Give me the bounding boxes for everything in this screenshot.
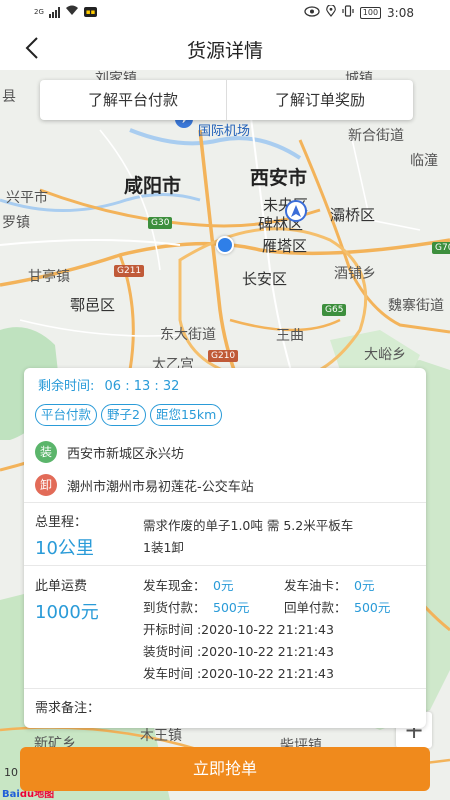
map-label-huyi: 鄠邑区 bbox=[70, 296, 116, 314]
page-title: 货源详情 bbox=[186, 40, 263, 62]
grab-order-button[interactable]: 立即抢单 bbox=[20, 747, 430, 791]
map-label-ganting: 甘亭镇 bbox=[28, 269, 70, 285]
learn-order-reward-button[interactable]: 了解订单奖励 bbox=[226, 80, 413, 120]
map-label-xianyang: 咸阳市 bbox=[124, 175, 182, 197]
fuel-card-label: 发车油卡： bbox=[284, 578, 347, 593]
mileage-value: 10公里 bbox=[35, 538, 94, 559]
road-badge-g210: G210 bbox=[208, 350, 239, 362]
receipt-payment-value: 500元 bbox=[354, 600, 391, 615]
map-label-airport: 国际机场 bbox=[198, 124, 251, 139]
arrival-payment-value: 500元 bbox=[213, 600, 250, 615]
road-badge-g70: G70 bbox=[432, 242, 450, 254]
road-badge-g211: G211 bbox=[114, 265, 145, 277]
countdown-label: 剩余时间: bbox=[38, 379, 95, 394]
map-label-weizhai: 魏寨街道 bbox=[388, 298, 444, 314]
tag-platform-payment: 平台付款 bbox=[35, 404, 98, 426]
battery-icon: 100 bbox=[359, 6, 382, 19]
navigation-arrow-icon bbox=[285, 200, 307, 222]
learn-platform-payment-button[interactable]: 了解平台付款 bbox=[40, 80, 226, 120]
map-label-changan: 长安区 bbox=[242, 270, 288, 288]
tag-vehicle: 野子2 bbox=[101, 404, 146, 426]
divider bbox=[24, 565, 426, 566]
unload-badge: 卸 bbox=[35, 474, 57, 496]
map-label-xian: 西安市 bbox=[250, 167, 308, 189]
app-notification-icon: ▪▪ bbox=[83, 7, 98, 17]
current-location-marker bbox=[216, 236, 234, 254]
map-label-jiupu: 酒铺乡 bbox=[334, 266, 376, 282]
app-header: 货源详情 bbox=[0, 26, 450, 70]
fuel-card-value: 0元 bbox=[354, 578, 375, 593]
countdown: 剩余时间: 06 : 13 : 32 bbox=[38, 375, 179, 394]
load-badge: 装 bbox=[35, 441, 57, 463]
tag-distance: 距您15km bbox=[149, 404, 223, 426]
network-label: 2G bbox=[34, 8, 44, 16]
tag-list: 平台付款 野子2 距您15km bbox=[35, 404, 223, 426]
map-label-baqiao: 灞桥区 bbox=[330, 206, 376, 224]
remark-label: 需求备注： bbox=[35, 701, 101, 716]
map-info-tabs: 了解平台付款 了解订单奖励 bbox=[40, 80, 413, 120]
road-badge-g65: G65 bbox=[322, 304, 347, 316]
departure-time: 发车时间 :2020-10-22 21:21:43 bbox=[143, 666, 334, 681]
countdown-value: 06 : 13 : 32 bbox=[104, 379, 180, 394]
map-label-yanta: 雁塔区 bbox=[262, 237, 308, 255]
map-label-xian-county: 县 bbox=[2, 89, 16, 105]
map-label-xinhe: 新合街道 bbox=[348, 128, 404, 144]
location-pin-icon bbox=[325, 4, 336, 20]
map-label-muwang: 木王镇 bbox=[140, 728, 182, 744]
map-label-dongda: 东大街道 bbox=[160, 327, 216, 343]
map-label-dayu: 大峪乡 bbox=[364, 347, 406, 363]
demand-text-line2: 1装1卸 bbox=[143, 540, 184, 555]
unload-address-row: 卸 潮州市潮州市易初莲花-公交车站 bbox=[35, 474, 254, 496]
clock-time: 3:08 bbox=[387, 5, 414, 20]
road-badge-g30: G30 bbox=[148, 217, 173, 229]
unload-address: 潮州市潮州市易初莲花-公交车站 bbox=[67, 479, 254, 495]
load-address: 西安市新城区永兴坊 bbox=[67, 446, 185, 462]
receipt-payment-label: 回单付款： bbox=[284, 600, 347, 615]
load-address-row: 装 西安市新城区永兴坊 bbox=[35, 441, 184, 463]
status-bar: 2G ▪▪ 100 3:08 bbox=[0, 0, 450, 26]
freight-value: 1000元 bbox=[35, 602, 99, 623]
mileage-label: 总里程： bbox=[35, 515, 88, 530]
divider bbox=[24, 502, 426, 503]
cash-value: 0元 bbox=[213, 578, 234, 593]
baidu-logo-main: Bai bbox=[2, 789, 20, 800]
signal-icon bbox=[48, 6, 60, 18]
demand-text-line1: 需求作废的单子1.0吨 需 5.2米平板车 bbox=[143, 518, 354, 533]
wifi-icon bbox=[65, 5, 79, 19]
open-time: 开标时间 :2020-10-22 21:21:43 bbox=[143, 622, 334, 637]
map-label-lintong: 临潼 bbox=[410, 153, 438, 169]
divider bbox=[24, 688, 426, 689]
map-label-zhen3: 罗镇 bbox=[2, 215, 30, 231]
cash-label: 发车现金： bbox=[143, 578, 206, 593]
loading-time: 装货时间 :2020-10-22 21:21:43 bbox=[143, 644, 334, 659]
map-label-wangqu: 王曲 bbox=[276, 328, 304, 344]
map-scale: 10 bbox=[4, 766, 18, 779]
vibrate-icon bbox=[342, 5, 354, 20]
cargo-detail-card: 剩余时间: 06 : 13 : 32 平台付款 野子2 距您15km 装 西安市… bbox=[24, 368, 426, 728]
arrival-payment-label: 到货付款： bbox=[143, 600, 206, 615]
eye-icon bbox=[304, 5, 320, 20]
map-label-xingping: 兴平市 bbox=[6, 190, 48, 206]
freight-label: 此单运费 bbox=[35, 579, 88, 594]
